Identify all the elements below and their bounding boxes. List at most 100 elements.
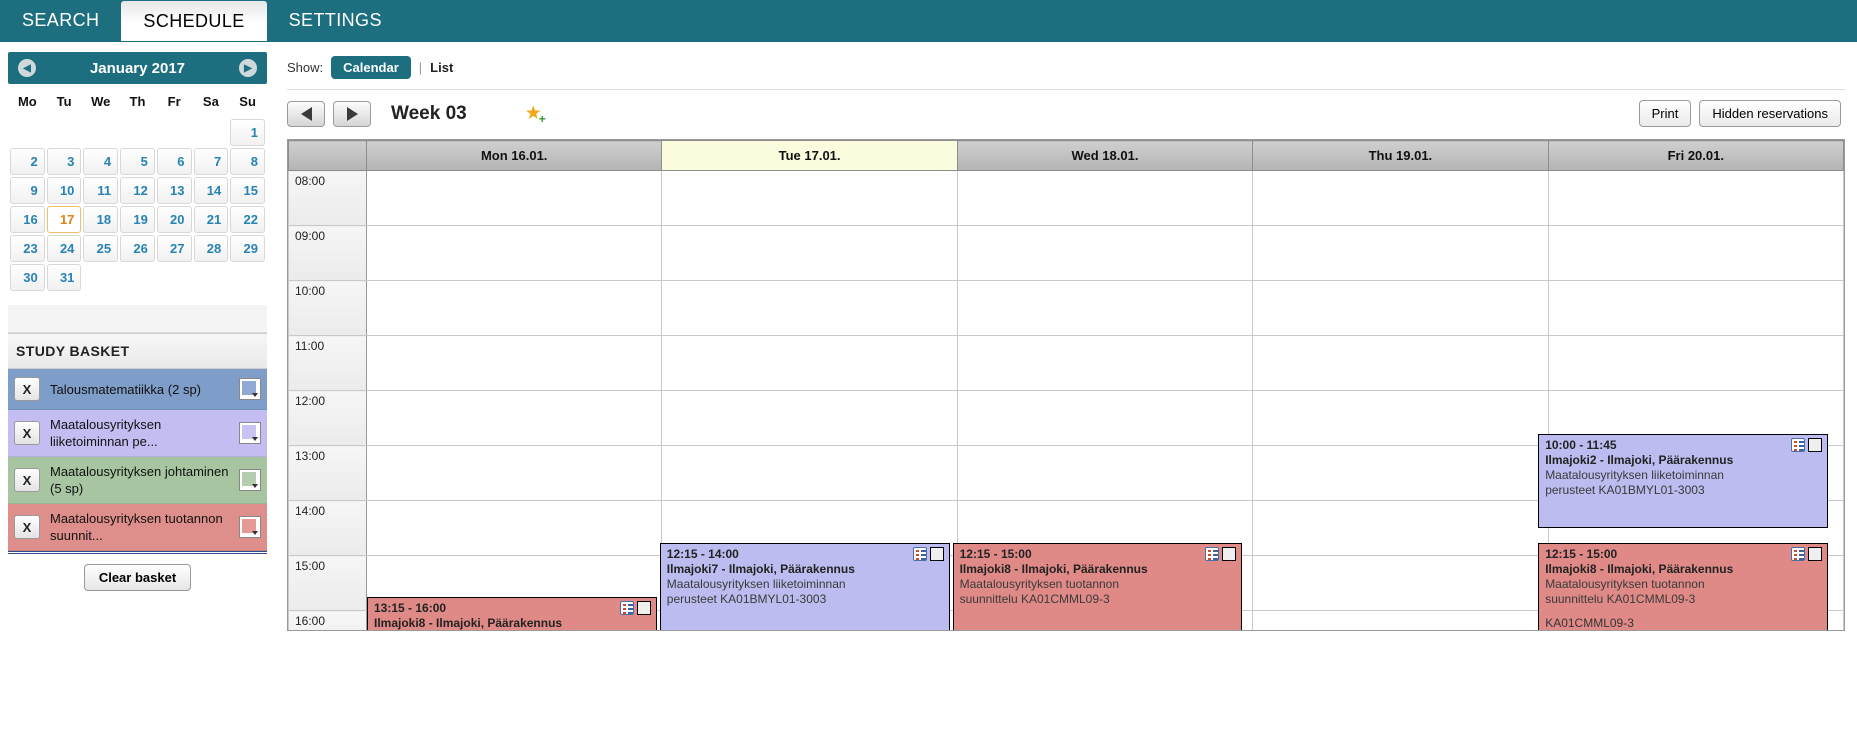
hidden-reservations-button[interactable]: Hidden reservations — [1699, 100, 1841, 127]
basket-remove-button[interactable]: X — [14, 377, 40, 401]
basket-remove-button[interactable]: X — [14, 421, 40, 445]
view-list-button[interactable]: List — [430, 60, 453, 75]
calendar-day-header[interactable]: Tue 17.01. — [661, 140, 958, 171]
mini-calendar-day-10[interactable]: 10 — [46, 177, 82, 204]
mini-calendar-day-26[interactable]: 26 — [120, 235, 155, 262]
star-add-icon[interactable]: ★ + — [525, 102, 546, 126]
calendar-slot[interactable] — [1252, 555, 1549, 611]
calendar-slot[interactable] — [365, 225, 663, 281]
calendar-slot[interactable] — [365, 500, 663, 556]
basket-remove-button[interactable]: X — [14, 515, 40, 539]
calendar-slot[interactable] — [956, 390, 1254, 446]
minimize-icon[interactable]: _ — [636, 601, 651, 616]
mini-calendar-day-6[interactable]: 6 — [156, 148, 192, 175]
minimize-icon[interactable]: _ — [1807, 438, 1822, 453]
mini-calendar-day-17[interactable]: 17 — [46, 206, 82, 233]
list-icon[interactable] — [1790, 438, 1805, 452]
clear-basket-button[interactable]: Clear basket — [83, 564, 192, 591]
mini-calendar-day-21[interactable]: 21 — [193, 206, 229, 233]
list-icon[interactable] — [912, 547, 927, 561]
calendar-slot[interactable] — [1252, 280, 1549, 336]
calendar-slot[interactable] — [1547, 225, 1844, 281]
calendar-slot[interactable] — [1252, 445, 1549, 501]
calendar-slot[interactable] — [1252, 500, 1549, 556]
mini-calendar-day-14[interactable]: 14 — [193, 177, 229, 204]
calendar-slot[interactable] — [661, 280, 958, 336]
calendar-event[interactable]: 10:00 - 11:45 _ Ilmajoki2 - Ilmajoki, Päär… — [1538, 434, 1828, 528]
calendar-slot[interactable] — [1547, 170, 1844, 226]
mini-calendar-day-7[interactable]: 7 — [193, 148, 229, 175]
basket-color-swatch[interactable] — [239, 469, 261, 491]
mini-calendar-day-29[interactable]: 29 — [230, 235, 265, 262]
calendar-event[interactable]: 13:15 - 16:00 _ Ilmajoki8 - Ilmajoki, Päär… — [367, 597, 657, 630]
calendar-slot[interactable] — [365, 170, 663, 226]
mini-calendar-day-3[interactable]: 3 — [46, 148, 82, 175]
view-calendar-button[interactable]: Calendar — [331, 56, 411, 79]
calendar-slot[interactable] — [365, 390, 663, 446]
mini-calendar-day-16[interactable]: 16 — [10, 206, 45, 233]
mini-calendar-next-icon[interactable]: ▶ — [239, 59, 257, 77]
calendar-slot[interactable] — [365, 335, 663, 391]
mini-calendar-day-1[interactable]: 1 — [230, 119, 265, 146]
calendar-slot[interactable] — [661, 170, 958, 226]
mini-calendar-day-30[interactable]: 30 — [10, 264, 45, 291]
calendar-day-header[interactable]: Fri 20.01. — [1547, 140, 1844, 171]
tab-settings[interactable]: SETTINGS — [267, 0, 404, 41]
calendar-day-header[interactable]: Thu 19.01. — [1252, 140, 1549, 171]
calendar-slot[interactable] — [1252, 610, 1549, 630]
basket-color-swatch[interactable] — [239, 378, 261, 400]
calendar-slot[interactable] — [956, 335, 1254, 391]
calendar-slot[interactable] — [1252, 170, 1549, 226]
mini-calendar-day-19[interactable]: 19 — [120, 206, 155, 233]
calendar-slot[interactable] — [956, 445, 1254, 501]
mini-calendar-day-4[interactable]: 4 — [83, 148, 119, 175]
calendar-slot[interactable] — [661, 390, 958, 446]
calendar-slot[interactable] — [661, 225, 958, 281]
calendar-event[interactable]: 12:15 - 15:00 _ Ilmajoki8 - Ilmajoki, Päär… — [1538, 543, 1828, 630]
calendar-event[interactable]: 12:15 - 15:00 _ Ilmajoki8 - Ilmajoki, Päär… — [952, 543, 1243, 630]
list-icon[interactable] — [1790, 547, 1805, 561]
calendar-slot[interactable] — [1547, 335, 1844, 391]
next-week-button[interactable] — [333, 100, 371, 127]
calendar-slot[interactable] — [365, 445, 663, 501]
calendar-slot[interactable] — [661, 335, 958, 391]
mini-calendar-day-27[interactable]: 27 — [156, 235, 192, 262]
mini-calendar-day-15[interactable]: 15 — [230, 177, 265, 204]
calendar-slot[interactable] — [365, 280, 663, 336]
mini-calendar-prev-icon[interactable]: ◀ — [18, 59, 36, 77]
mini-calendar-day-24[interactable]: 24 — [46, 235, 82, 262]
tab-schedule[interactable]: SCHEDULE — [121, 1, 267, 41]
list-icon[interactable] — [619, 601, 634, 615]
minimize-icon[interactable]: _ — [929, 547, 944, 562]
mini-calendar-day-28[interactable]: 28 — [193, 235, 229, 262]
calendar-slot[interactable] — [1252, 225, 1549, 281]
tab-search[interactable]: SEARCH — [0, 0, 121, 41]
mini-calendar-day-31[interactable]: 31 — [46, 264, 82, 291]
prev-week-button[interactable] — [287, 100, 325, 127]
mini-calendar-day-20[interactable]: 20 — [156, 206, 192, 233]
minimize-icon[interactable]: _ — [1807, 547, 1822, 562]
calendar-slot[interactable] — [661, 445, 958, 501]
mini-calendar-day-9[interactable]: 9 — [10, 177, 45, 204]
calendar-day-header[interactable]: Mon 16.01. — [365, 140, 663, 171]
calendar-slot[interactable] — [1252, 335, 1549, 391]
calendar-slot[interactable] — [1252, 390, 1549, 446]
mini-calendar-day-25[interactable]: 25 — [83, 235, 119, 262]
basket-remove-button[interactable]: X — [14, 468, 40, 492]
calendar-day-header[interactable]: Wed 18.01. — [956, 140, 1254, 171]
calendar-slot[interactable] — [1547, 280, 1844, 336]
mini-calendar-day-18[interactable]: 18 — [83, 206, 119, 233]
basket-color-swatch[interactable] — [239, 516, 261, 538]
basket-color-swatch[interactable] — [239, 422, 261, 444]
mini-calendar-day-12[interactable]: 12 — [120, 177, 155, 204]
mini-calendar-day-13[interactable]: 13 — [156, 177, 192, 204]
list-icon[interactable] — [1205, 547, 1220, 561]
mini-calendar-day-11[interactable]: 11 — [83, 177, 119, 204]
calendar-slot[interactable] — [956, 225, 1254, 281]
mini-calendar-day-8[interactable]: 8 — [230, 148, 265, 175]
calendar-slot[interactable] — [956, 280, 1254, 336]
mini-calendar-day-22[interactable]: 22 — [230, 206, 265, 233]
mini-calendar-day-5[interactable]: 5 — [120, 148, 155, 175]
calendar-slot[interactable] — [956, 170, 1254, 226]
calendar-event[interactable]: 12:15 - 14:00 _ Ilmajoki7 - Ilmajoki, Päär… — [659, 543, 950, 630]
